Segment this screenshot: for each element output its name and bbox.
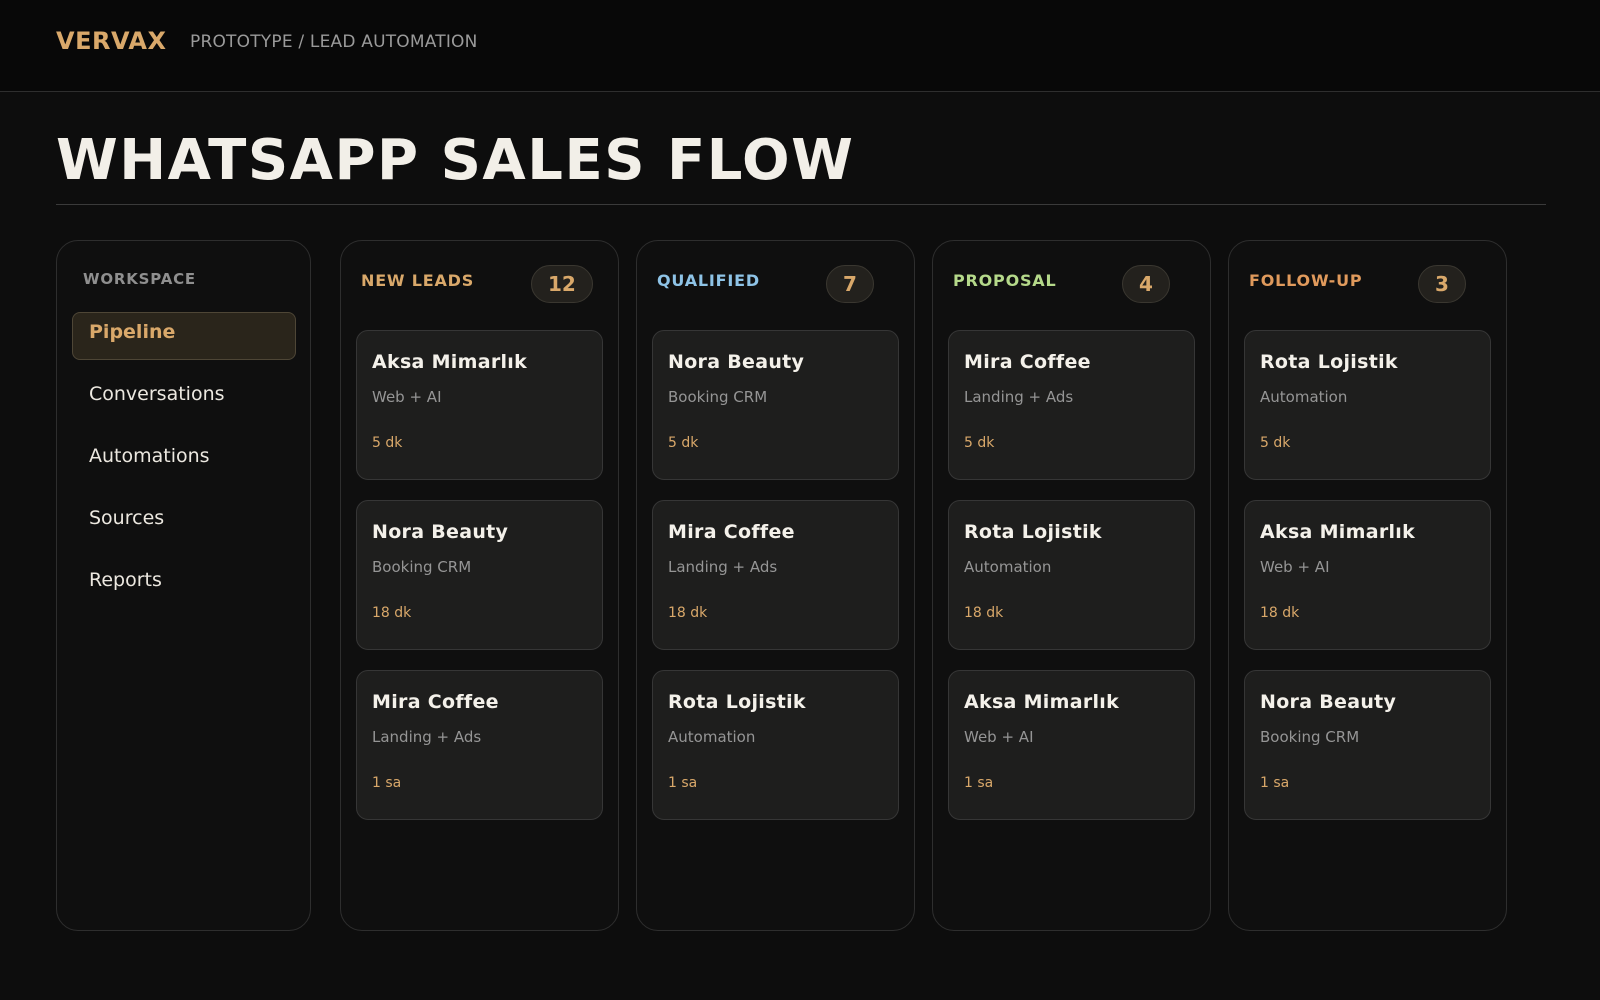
lead-service: Automation xyxy=(964,558,1052,576)
lead-service: Web + AI xyxy=(964,728,1034,746)
page-title: WHATSAPP SALES FLOW xyxy=(56,128,855,193)
sidebar-item-sources[interactable]: Sources xyxy=(72,498,296,546)
column-title: FOLLOW-UP xyxy=(1249,271,1363,290)
lead-card[interactable]: Mira Coffee Landing + Ads 18 dk xyxy=(652,500,899,650)
lead-time: 18 dk xyxy=(1260,605,1300,621)
column-qualified: QUALIFIED 7 Nora Beauty Booking CRM 5 dk… xyxy=(636,240,915,931)
lead-name: Rota Lojistik xyxy=(964,521,1102,543)
lead-time: 1 sa xyxy=(1260,775,1290,791)
lead-time: 5 dk xyxy=(668,435,699,451)
lead-card[interactable]: Rota Lojistik Automation 5 dk xyxy=(1244,330,1491,480)
column-new-leads: NEW LEADS 12 Aksa Mimarlık Web + AI 5 dk… xyxy=(340,240,619,931)
column-title: NEW LEADS xyxy=(361,271,475,290)
lead-service: Booking CRM xyxy=(668,388,768,406)
lead-time: 1 sa xyxy=(668,775,698,791)
lead-card[interactable]: Mira Coffee Landing + Ads 5 dk xyxy=(948,330,1195,480)
lead-time: 1 sa xyxy=(964,775,994,791)
lead-time: 5 dk xyxy=(372,435,403,451)
lead-card[interactable]: Nora Beauty Booking CRM 5 dk xyxy=(652,330,899,480)
column-follow-up: FOLLOW-UP 3 Rota Lojistik Automation 5 d… xyxy=(1228,240,1507,931)
lead-card[interactable]: Nora Beauty Booking CRM 18 dk xyxy=(356,500,603,650)
sidebar-nav: Pipeline Conversations Automations Sourc… xyxy=(72,312,296,622)
lead-card[interactable]: Aksa Mimarlık Web + AI 5 dk xyxy=(356,330,603,480)
lead-name: Nora Beauty xyxy=(372,521,509,543)
column-count-badge: 3 xyxy=(1418,265,1466,303)
lead-card[interactable]: Mira Coffee Landing + Ads 1 sa xyxy=(356,670,603,820)
lead-time: 18 dk xyxy=(964,605,1004,621)
lead-service: Landing + Ads xyxy=(964,388,1074,406)
column-count-badge: 4 xyxy=(1122,265,1170,303)
sidebar-item-reports[interactable]: Reports xyxy=(72,560,296,608)
top-bar: VERVAX PROTOTYPE / LEAD AUTOMATION xyxy=(0,0,1600,92)
lead-card[interactable]: Aksa Mimarlık Web + AI 18 dk xyxy=(1244,500,1491,650)
lead-name: Rota Lojistik xyxy=(1260,351,1398,373)
lead-service: Web + AI xyxy=(1260,558,1330,576)
sidebar-item-automations[interactable]: Automations xyxy=(72,436,296,484)
lead-name: Nora Beauty xyxy=(668,351,805,373)
lead-service: Booking CRM xyxy=(1260,728,1360,746)
lead-service: Landing + Ads xyxy=(668,558,778,576)
lead-name: Nora Beauty xyxy=(1260,691,1397,713)
lead-name: Mira Coffee xyxy=(668,521,795,543)
lead-name: Rota Lojistik xyxy=(668,691,806,713)
lead-card[interactable]: Nora Beauty Booking CRM 1 sa xyxy=(1244,670,1491,820)
brand-logo[interactable]: VERVAX xyxy=(56,27,166,55)
lead-service: Booking CRM xyxy=(372,558,472,576)
lead-name: Aksa Mimarlık xyxy=(372,351,528,373)
column-count-badge: 7 xyxy=(826,265,874,303)
column-proposal: PROPOSAL 4 Mira Coffee Landing + Ads 5 d… xyxy=(932,240,1211,931)
column-title: PROPOSAL xyxy=(953,271,1057,290)
lead-card[interactable]: Rota Lojistik Automation 18 dk xyxy=(948,500,1195,650)
lead-time: 1 sa xyxy=(372,775,402,791)
lead-time: 18 dk xyxy=(668,605,708,621)
lead-name: Mira Coffee xyxy=(964,351,1091,373)
lead-name: Mira Coffee xyxy=(372,691,499,713)
workspace-sidebar: WORKSPACE Pipeline Conversations Automat… xyxy=(56,240,311,931)
sidebar-item-conversations[interactable]: Conversations xyxy=(72,374,296,422)
sidebar-item-pipeline[interactable]: Pipeline xyxy=(72,312,296,360)
lead-time: 5 dk xyxy=(964,435,995,451)
sidebar-heading: WORKSPACE xyxy=(83,270,196,288)
lead-card[interactable]: Aksa Mimarlık Web + AI 1 sa xyxy=(948,670,1195,820)
lead-name: Aksa Mimarlık xyxy=(1260,521,1416,543)
lead-time: 5 dk xyxy=(1260,435,1291,451)
breadcrumb: PROTOTYPE / LEAD AUTOMATION xyxy=(190,32,478,52)
column-title: QUALIFIED xyxy=(657,271,760,290)
lead-card[interactable]: Rota Lojistik Automation 1 sa xyxy=(652,670,899,820)
lead-service: Automation xyxy=(1260,388,1348,406)
lead-service: Automation xyxy=(668,728,756,746)
lead-service: Web + AI xyxy=(372,388,442,406)
column-count-badge: 12 xyxy=(531,265,593,303)
title-divider xyxy=(56,204,1546,205)
lead-service: Landing + Ads xyxy=(372,728,482,746)
lead-time: 18 dk xyxy=(372,605,412,621)
lead-name: Aksa Mimarlık xyxy=(964,691,1120,713)
